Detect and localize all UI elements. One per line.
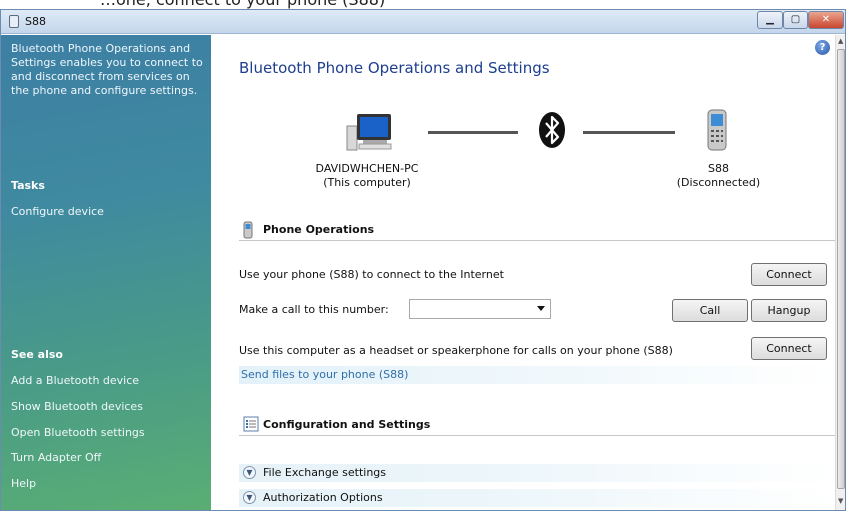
phone-label: S88 (Disconnected): [671, 162, 766, 190]
call-button[interactable]: Call: [672, 299, 748, 322]
task-sidebar: Bluetooth Phone Operations and Settings …: [1, 35, 211, 510]
maximize-button[interactable]: ▢: [783, 11, 808, 29]
minimize-button[interactable]: ▁: [757, 11, 783, 29]
chevron-down-icon[interactable]: ▼: [243, 466, 256, 479]
title-bar: S88 ▁ ▢ ✕: [1, 10, 845, 34]
hangup-button[interactable]: Hangup: [751, 299, 827, 322]
send-files-link[interactable]: Send files to your phone (S88): [241, 368, 408, 381]
phone-operations-section-header: Phone Operations: [239, 221, 835, 241]
phone-operations-heading: Phone Operations: [263, 223, 375, 236]
bluetooth-phone-window: S88 ▁ ▢ ✕ Bluetooth Phone Operations and…: [0, 9, 846, 511]
headset-text: Use this computer as a headset or speake…: [239, 344, 673, 357]
sidebar-link-configure-device[interactable]: Configure device: [11, 205, 104, 218]
sidebar-link-add-device[interactable]: Add a Bluetooth device: [11, 374, 139, 387]
help-icon[interactable]: ?: [815, 40, 830, 55]
connection-line-right: [583, 131, 675, 134]
configuration-section-header: Configuration and Settings: [239, 416, 835, 436]
authorization-expander[interactable]: ▼ Authorization Options: [239, 489, 835, 507]
settings-list-icon: [243, 416, 259, 432]
vertical-scrollbar[interactable]: ▲ ▼: [835, 35, 845, 510]
computer-label: DAVIDWHCHEN-PC (This computer): [307, 162, 427, 190]
scrollbar-thumb[interactable]: [837, 49, 845, 489]
close-button[interactable]: ✕: [808, 11, 844, 29]
sidebar-description: Bluetooth Phone Operations and Settings …: [11, 42, 203, 97]
sidebar-link-open-settings[interactable]: Open Bluetooth settings: [11, 426, 145, 439]
chevron-down-icon[interactable]: [537, 306, 545, 311]
mobile-phone-icon: [707, 109, 727, 151]
sidebar-link-show-devices[interactable]: Show Bluetooth devices: [11, 400, 143, 413]
sidebar-link-help[interactable]: Help: [11, 477, 36, 490]
send-files-row[interactable]: Send files to your phone (S88): [239, 366, 835, 384]
phone-window-icon: [9, 15, 19, 28]
computer-name: DAVIDWHCHEN-PC: [315, 162, 419, 175]
internet-connect-text: Use your phone (S88) to connect to the I…: [239, 268, 504, 281]
background-banner-text: …one, connect to your phone (S88): [100, 0, 385, 9]
file-exchange-label[interactable]: File Exchange settings: [263, 466, 386, 479]
headset-connect-button[interactable]: Connect: [751, 337, 827, 360]
bluetooth-icon: [539, 112, 565, 148]
phone-section-icon: [243, 221, 253, 239]
window-title: S88: [25, 15, 46, 28]
chevron-down-icon[interactable]: ▼: [243, 491, 256, 504]
phone-name: S88: [708, 162, 729, 175]
sidebar-link-turn-adapter-off[interactable]: Turn Adapter Off: [11, 451, 101, 464]
internet-connect-button[interactable]: Connect: [751, 263, 827, 286]
page-title: Bluetooth Phone Operations and Settings: [239, 59, 550, 77]
call-number-label: Make a call to this number:: [239, 303, 389, 316]
phone-status: (Disconnected): [676, 176, 761, 189]
file-exchange-expander[interactable]: ▼ File Exchange settings: [239, 464, 835, 482]
scroll-down-icon[interactable]: ▼: [838, 497, 843, 505]
tasks-heading: Tasks: [11, 179, 45, 192]
background-banner: …one, connect to your phone (S88): [0, 0, 846, 9]
scroll-up-icon[interactable]: ▲: [838, 37, 843, 45]
computer-icon: [346, 114, 392, 151]
configuration-heading: Configuration and Settings: [263, 418, 431, 431]
see-also-heading: See also: [11, 348, 63, 361]
connection-line-left: [428, 131, 518, 134]
computer-status: (This computer): [323, 176, 411, 189]
main-content: ? Bluetooth Phone Operations and Setting…: [211, 35, 835, 510]
call-number-combobox[interactable]: [409, 299, 551, 319]
authorization-label[interactable]: Authorization Options: [263, 491, 383, 504]
